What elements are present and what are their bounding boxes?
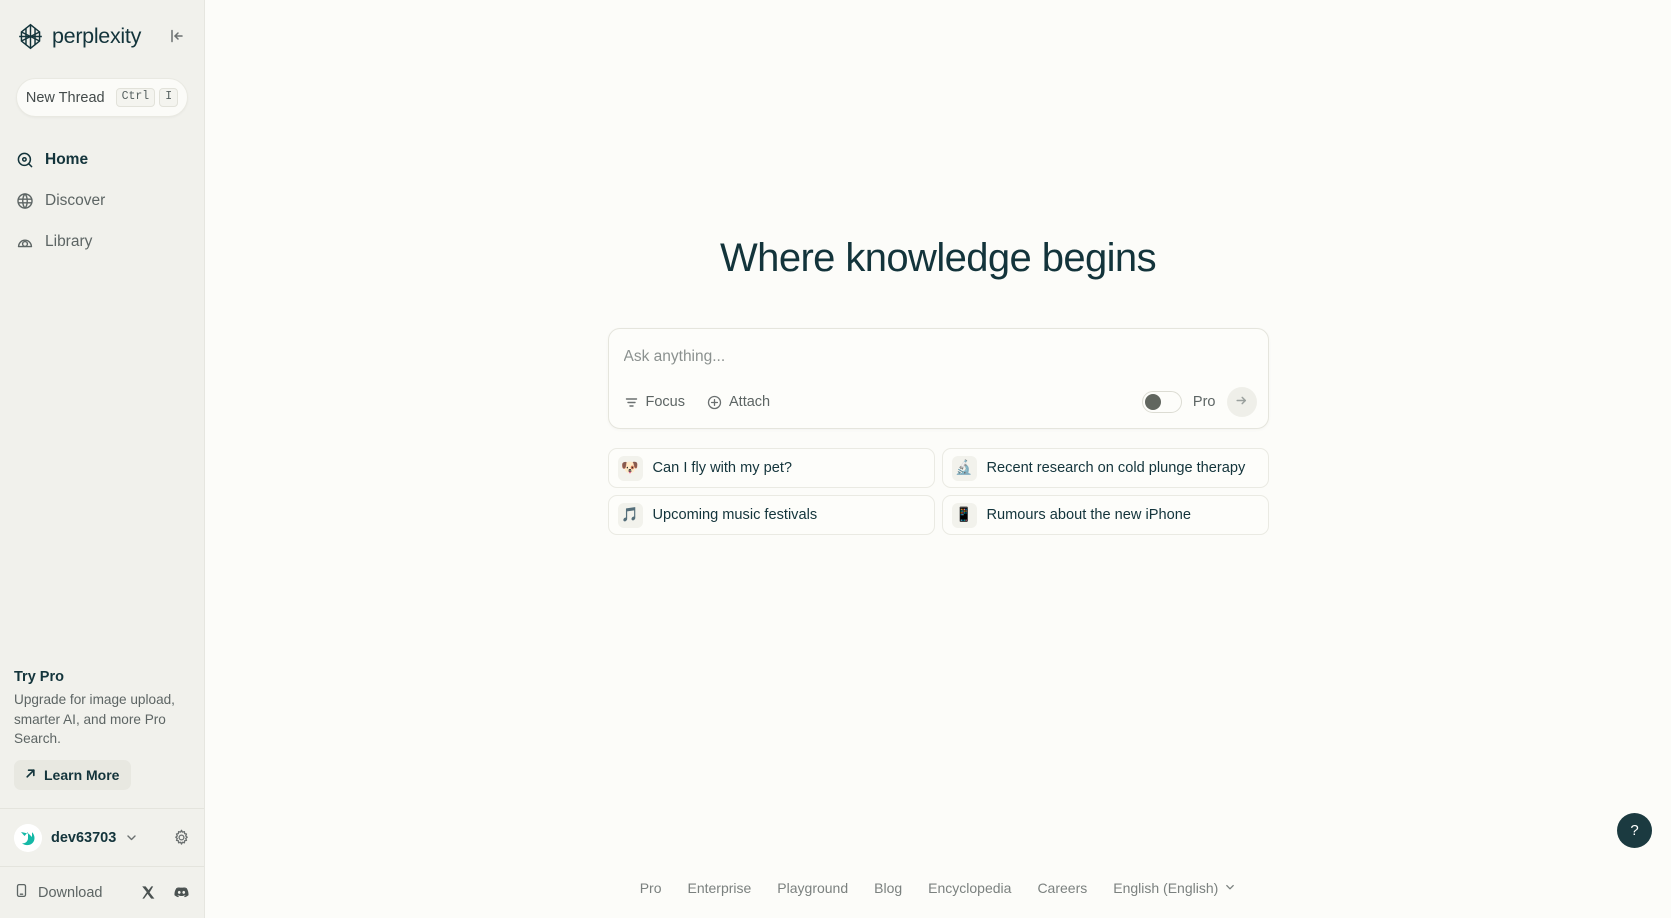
composer-wrapper: Focus Attach [607,328,1269,535]
sidebar: perplexity New Thread Ctrl I Home Discov… [0,0,205,918]
music-note-emoji: 🎵 [617,502,643,528]
try-pro-panel: Try Pro Upgrade for image upload, smarte… [0,669,204,808]
download-button[interactable]: Download [14,883,103,902]
brand[interactable]: perplexity [16,22,141,51]
globe-icon [16,192,34,210]
x-twitter-icon[interactable] [140,885,155,900]
mobile-phone-emoji: 📱 [951,502,977,528]
focus-label: Focus [645,394,686,410]
try-pro-title: Try Pro [14,668,64,685]
footer: Pro Enterprise Playground Blog Encyclope… [205,858,1671,918]
footer-link-playground[interactable]: Playground [764,880,861,896]
account-row[interactable]: dev63703 [0,808,204,866]
plus-circle-icon [707,395,722,410]
pro-label: Pro [1192,394,1216,410]
microscope-emoji: 🔬 [951,455,977,481]
library-icon [16,233,34,251]
page-title: Where knowledge begins [720,236,1157,280]
composer-toolbar: Focus Attach Pro [624,387,1257,417]
collapse-sidebar-icon[interactable] [166,25,188,47]
footer-link-enterprise[interactable]: Enterprise [674,880,764,896]
dog-face-emoji: 🐶 [617,455,643,481]
attach-label: Attach [729,394,771,410]
suggestion-card-music[interactable]: 🎵 Upcoming music festivals [607,495,935,535]
language-selector[interactable]: English (English) [1100,880,1249,896]
new-thread-shortcut: Ctrl I [115,88,179,107]
new-thread-button[interactable]: New Thread Ctrl I [16,78,188,117]
sidebar-item-home[interactable]: Home [16,139,188,180]
new-thread-label: New Thread [25,89,105,106]
chevron-down-icon [1224,880,1236,896]
suggestion-card-pet-label: Can I fly with my pet? [652,460,793,476]
download-label: Download [38,884,103,901]
suggestion-card-pet[interactable]: 🐶 Can I fly with my pet? [607,448,935,488]
sidebar-nav: Home Discover Library [0,139,204,262]
suggestion-card-music-label: Upcoming music festivals [652,507,818,523]
sidebar-item-discover-label: Discover [45,191,106,209]
arrow-up-right-icon [24,767,37,783]
perplexity-logo-icon [16,22,45,51]
submit-button[interactable] [1226,387,1257,417]
home-target-icon [16,151,34,169]
brand-row: perplexity [16,14,188,58]
try-pro-description: Upgrade for image upload, smarter AI, an… [14,691,175,747]
account-username: dev63703 [51,829,117,846]
help-question-mark-icon: ? [1630,822,1639,839]
shortcut-letter-key: I [159,88,179,107]
sidebar-item-library-label: Library [45,232,93,250]
learn-more-button[interactable]: Learn More [14,760,132,790]
composer-right-controls: Pro [1141,387,1257,417]
learn-more-label: Learn More [44,767,120,783]
attach-button[interactable]: Attach [707,394,770,410]
avatar [14,823,42,852]
sidebar-item-discover[interactable]: Discover [16,180,188,221]
filter-sliders-icon [624,395,639,410]
suggestion-card-cold-plunge-label: Recent research on cold plunge therapy [986,460,1246,476]
app-root: perplexity New Thread Ctrl I Home Discov… [0,0,1671,918]
suggestion-card-iphone[interactable]: 📱 Rumours about the new iPhone [941,495,1269,535]
pro-toggle[interactable] [1141,391,1182,413]
shortcut-modifier-key: Ctrl [115,88,156,107]
suggestion-card-cold-plunge[interactable]: 🔬 Recent research on cold plunge therapy [941,448,1269,488]
sidebar-header: perplexity New Thread Ctrl I [0,0,204,117]
footer-link-pro[interactable]: Pro [627,880,675,896]
main-content: Where knowledge begins Focus [205,0,1671,918]
sidebar-bottom-row: Download [0,866,204,918]
focus-button[interactable]: Focus [624,394,686,410]
mobile-device-icon [14,883,29,902]
help-button[interactable]: ? [1617,813,1652,848]
sidebar-item-home-label: Home [45,150,89,168]
footer-link-encyclopedia[interactable]: Encyclopedia [915,880,1024,896]
suggestion-card-iphone-label: Rumours about the new iPhone [986,507,1191,523]
discord-icon[interactable] [173,884,190,901]
pro-toggle-knob [1144,394,1161,410]
arrow-right-icon [1234,393,1249,411]
search-input[interactable] [623,346,1253,368]
gear-icon[interactable] [173,829,190,846]
chevron-down-icon[interactable] [125,831,138,844]
sidebar-item-library[interactable]: Library [16,221,188,262]
footer-link-blog[interactable]: Blog [861,880,915,896]
search-composer[interactable]: Focus Attach [607,328,1269,429]
footer-link-careers[interactable]: Careers [1024,880,1100,896]
language-selector-label: English (English) [1113,880,1219,896]
brand-name: perplexity [52,23,142,48]
suggestion-grid: 🐶 Can I fly with my pet? 🔬 Recent resear… [607,448,1269,535]
